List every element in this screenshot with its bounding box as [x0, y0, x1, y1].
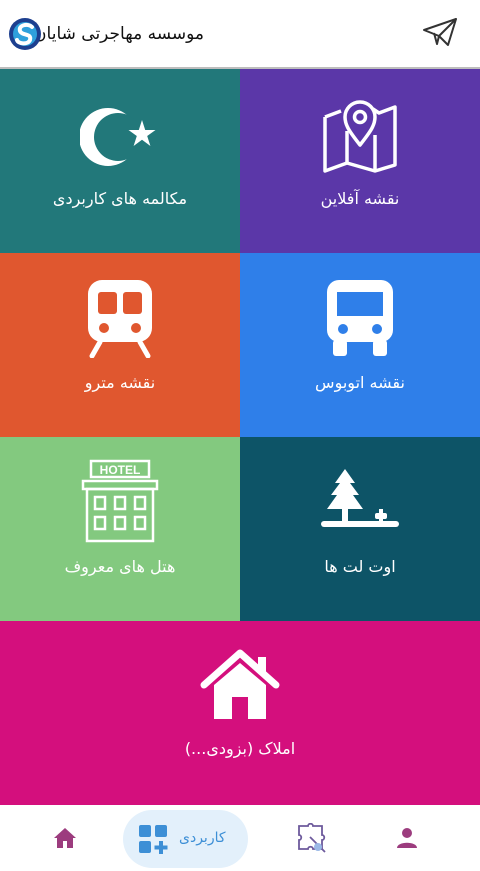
hotel-icon: HOTEL [81, 459, 159, 543]
app-header: موسسه مهاجرتی شایان [0, 0, 480, 69]
shayan-logo-icon [9, 18, 41, 50]
bottom-nav: کاربردی [0, 805, 480, 871]
tile-outlets[interactable]: اوت لت ها [240, 437, 480, 621]
puzzle-icon[interactable] [296, 823, 328, 855]
tile-offline-map-label: نقشه آفلاین [320, 189, 400, 208]
person-icon[interactable] [396, 827, 418, 849]
paper-plane-icon[interactable] [422, 17, 458, 47]
tile-real-estate-label: املاک (بزودی...) [184, 739, 296, 758]
tile-useful-phrases[interactable]: مکالمه های کاربردی [0, 69, 240, 253]
tile-metro-map[interactable]: نقشه مترو [0, 253, 240, 437]
bus-icon [327, 280, 393, 356]
house-icon [200, 649, 280, 719]
hotel-sign-text: HOTEL [100, 463, 141, 477]
tile-outlets-label: اوت لت ها [324, 557, 396, 576]
tile-real-estate[interactable]: املاک (بزودی...) [0, 621, 480, 805]
map-pin-icon [323, 100, 397, 173]
tile-useful-phrases-label: مکالمه های کاربردی [52, 189, 188, 208]
apps-plus-icon [139, 825, 168, 854]
nav-apps-button[interactable]: کاربردی [123, 810, 248, 868]
tile-famous-hotels[interactable]: HOTEL هتل های معروف [0, 437, 240, 621]
tile-offline-map[interactable]: نقشه آفلاین [240, 69, 480, 253]
home-icon[interactable] [53, 827, 77, 849]
tile-bus-map[interactable]: نقشه اتوبوس [240, 253, 480, 437]
metro-train-icon [88, 280, 152, 358]
tree-outlet-icon [321, 469, 399, 527]
nav-apps-label: کاربردی [179, 830, 226, 846]
tile-famous-hotels-label: هتل های معروف [64, 557, 176, 576]
crescent-star-icon [80, 108, 156, 166]
tile-bus-map-label: نقشه اتوبوس [315, 373, 405, 392]
tile-metro-map-label: نقشه مترو [84, 373, 156, 392]
